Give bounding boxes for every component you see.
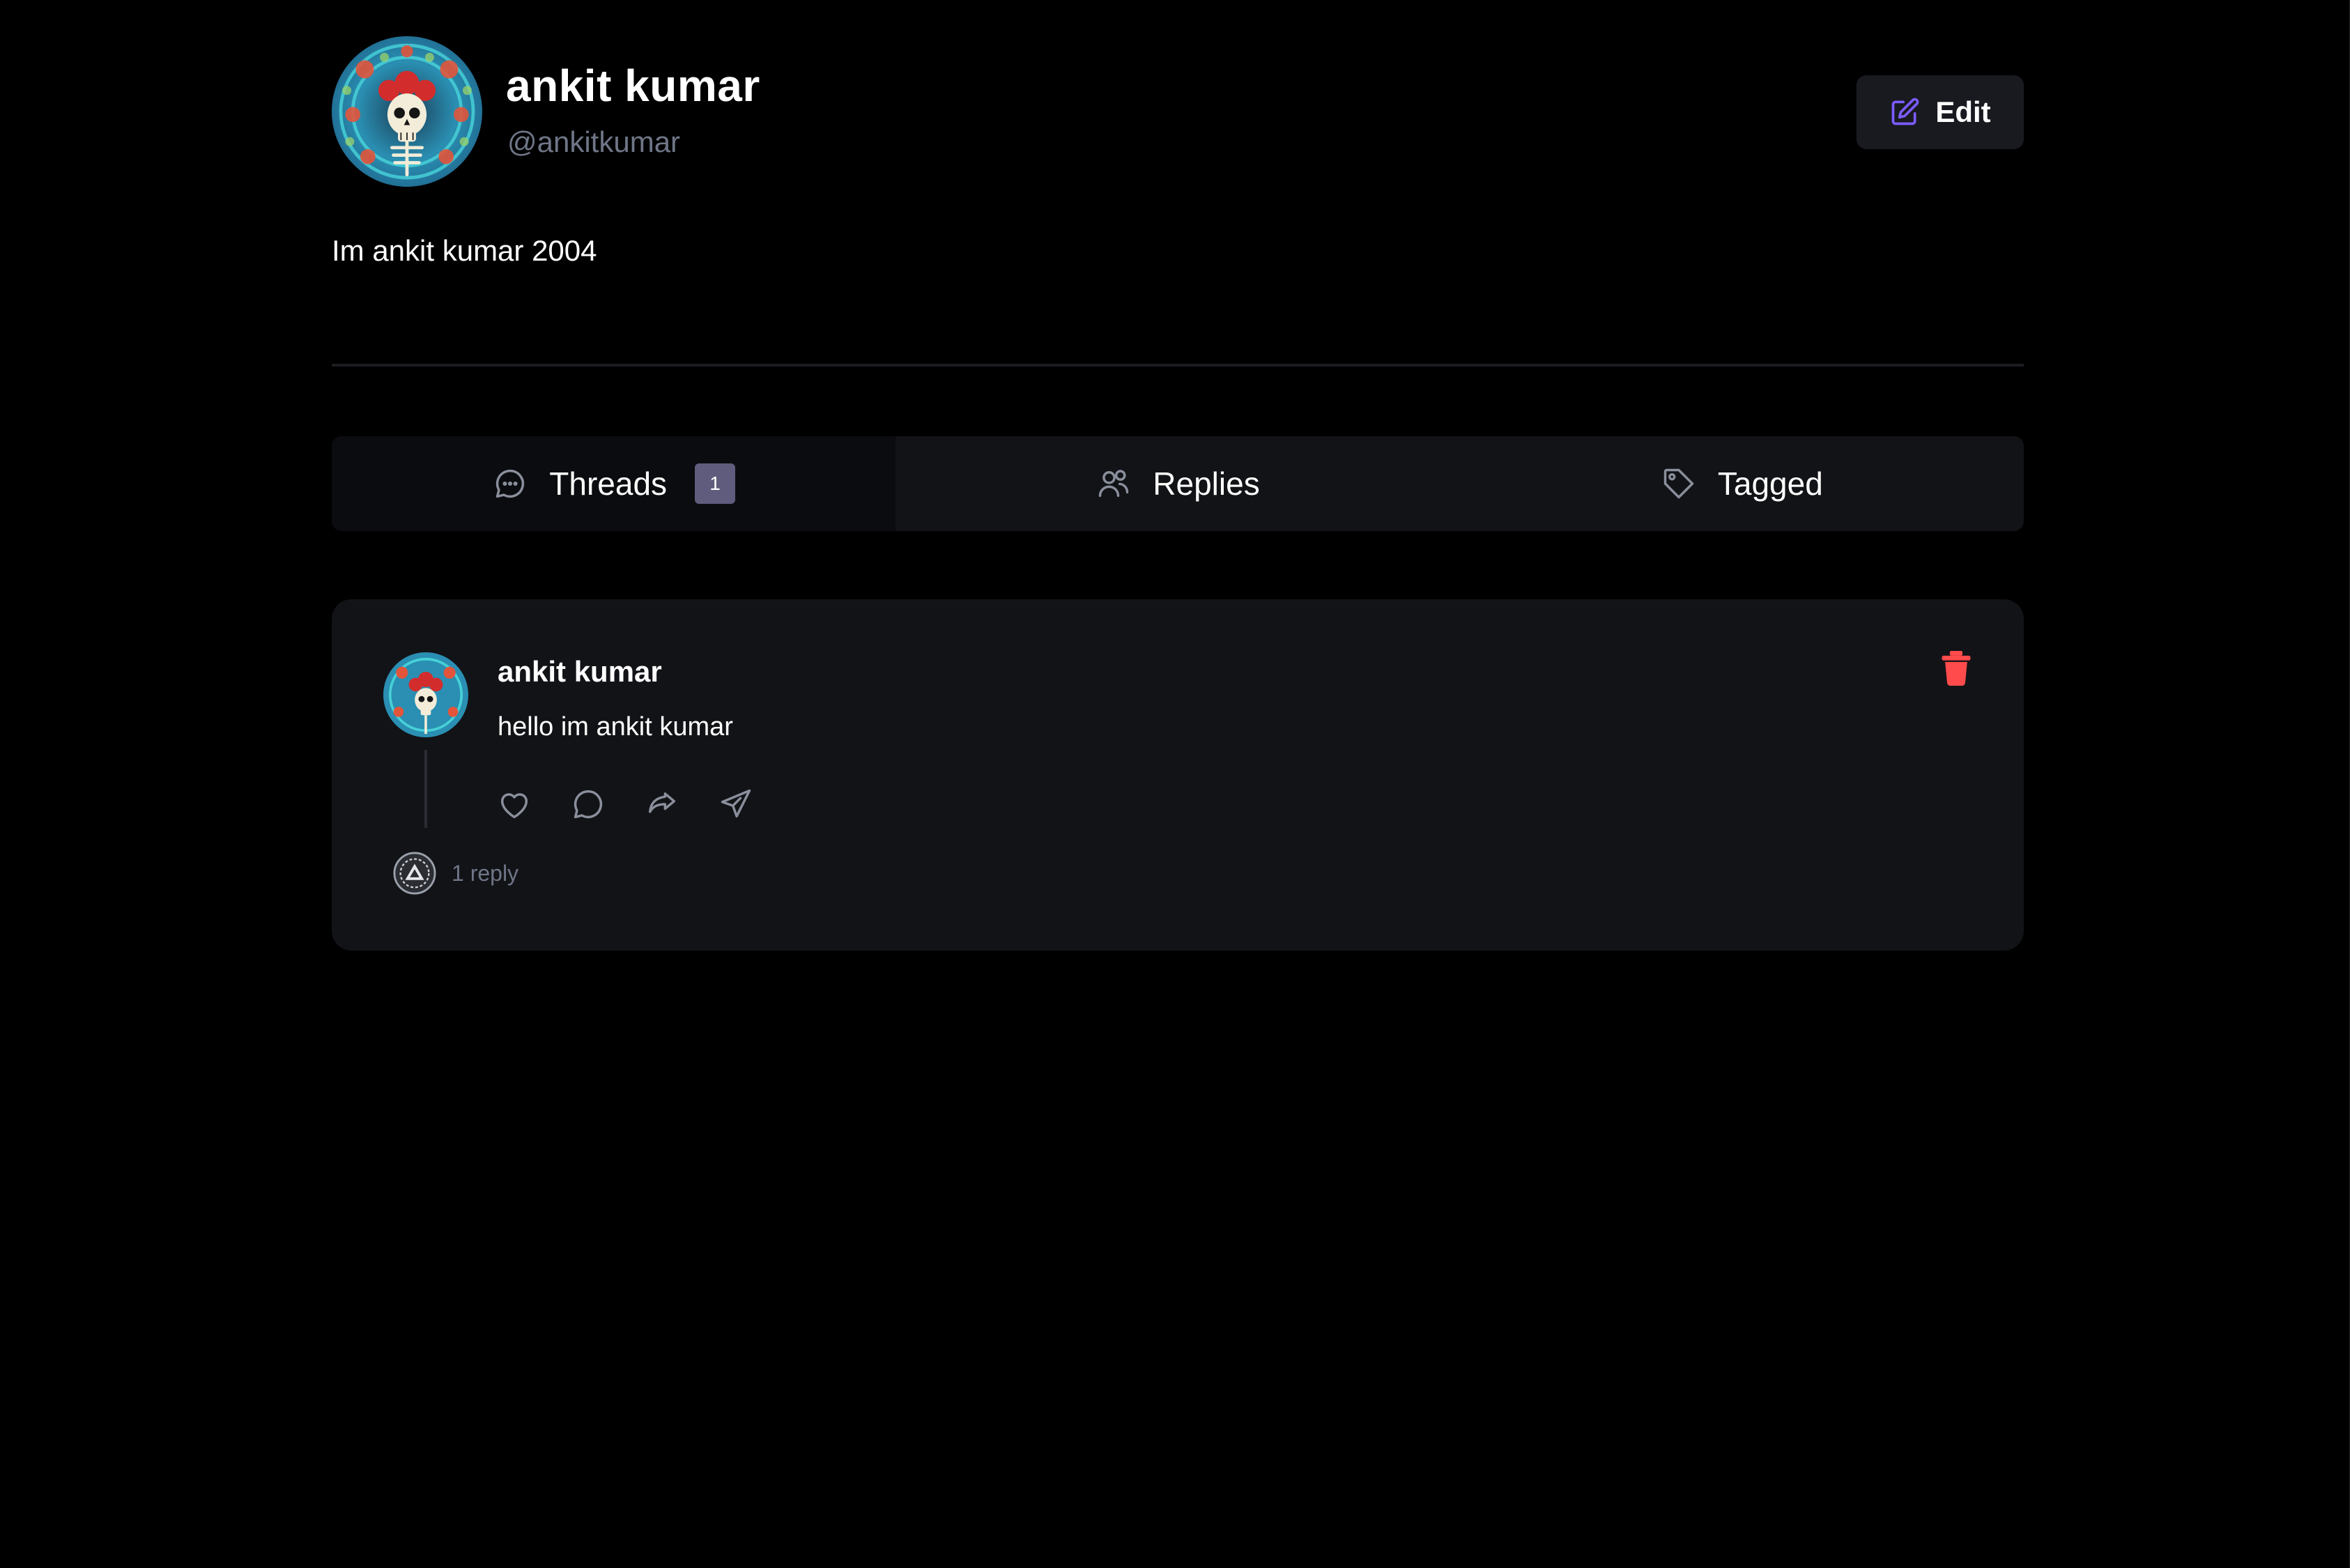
- thread-text: hello im ankit kumar: [498, 712, 733, 741]
- profile-handle: @ankitkumar: [507, 125, 681, 158]
- reply-user-avatar-icon: [393, 852, 436, 895]
- trash-icon: [1942, 651, 1971, 686]
- comment-button[interactable]: [570, 786, 606, 822]
- profile-page: ankit kumar @ankitkumar Edit Im ankit ku…: [0, 0, 2352, 1568]
- repost-button[interactable]: [644, 786, 680, 822]
- tab-threads-label: Threads: [549, 466, 668, 502]
- delete-thread-button[interactable]: [1940, 651, 1972, 686]
- divider: [332, 364, 2024, 367]
- reply-avatar: [393, 852, 436, 895]
- repost-icon: [648, 792, 676, 813]
- profile-bio: Im ankit kumar 2004: [332, 234, 597, 267]
- tab-tagged-label: Tagged: [1717, 466, 1823, 502]
- reply-count: 1 reply: [452, 860, 519, 886]
- chat-bubble-icon: [492, 466, 528, 502]
- users-icon: [1096, 466, 1132, 502]
- thread-actions: [496, 786, 754, 822]
- thread-connector-line: [424, 750, 427, 828]
- profile-tabs: Threads 1 Replies Tagged: [332, 436, 2024, 531]
- edit-icon: [1889, 97, 1920, 128]
- tab-threads-count: 1: [695, 463, 736, 504]
- comment-icon: [574, 790, 603, 819]
- skull-roses-avatar-icon: [383, 652, 468, 737]
- replies-summary[interactable]: 1 reply: [393, 852, 518, 895]
- tag-icon: [1661, 466, 1697, 502]
- tab-replies-label: Replies: [1153, 466, 1260, 502]
- tab-replies[interactable]: Replies: [896, 436, 1459, 531]
- profile-name: ankit kumar: [506, 61, 760, 111]
- skull-roses-avatar-icon: [332, 36, 482, 187]
- edit-label: Edit: [1935, 95, 1991, 128]
- thread-card[interactable]: ankit kumar hello im ankit kumar 1 reply: [332, 599, 2024, 951]
- send-icon: [721, 789, 751, 818]
- profile-header: ankit kumar @ankitkumar Edit: [332, 33, 2024, 190]
- like-button[interactable]: [496, 786, 532, 822]
- send-button[interactable]: [718, 786, 754, 822]
- thread-author-name[interactable]: ankit kumar: [498, 655, 662, 689]
- edit-profile-button[interactable]: Edit: [1857, 75, 2024, 149]
- thread-author-avatar[interactable]: [383, 652, 468, 737]
- profile-avatar[interactable]: [332, 36, 482, 187]
- tab-threads[interactable]: Threads 1: [332, 436, 896, 531]
- tab-tagged[interactable]: Tagged: [1460, 436, 2024, 531]
- heart-icon: [500, 793, 528, 819]
